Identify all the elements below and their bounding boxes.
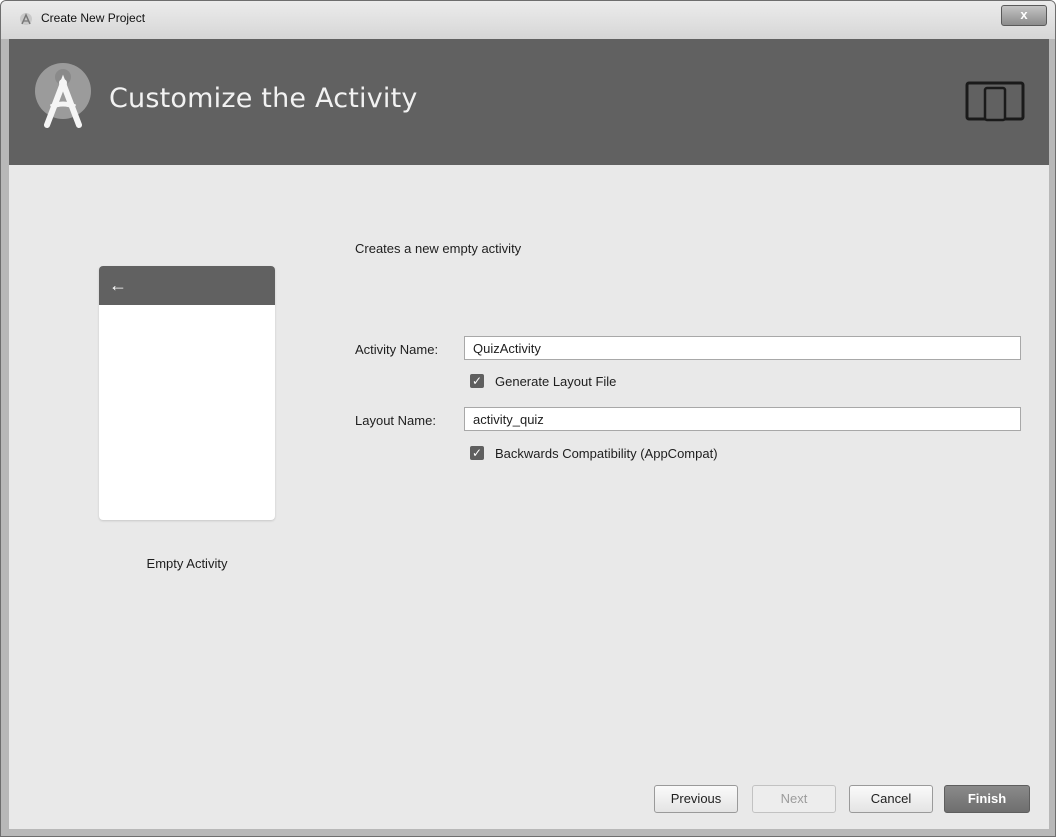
back-arrow-icon: ← — [109, 275, 127, 295]
next-button[interactable]: Next — [752, 785, 836, 813]
wizard-content: ← Empty Activity Creates a new empty act… — [9, 165, 1049, 829]
wizard-header: Customize the Activity — [9, 39, 1049, 165]
backwards-compat-checkbox[interactable]: ✓ — [470, 446, 484, 460]
activity-name-input[interactable] — [464, 336, 1021, 360]
backwards-compat-label: Backwards Compatibility (AppCompat) — [495, 446, 718, 461]
page-title: Customize the Activity — [109, 83, 418, 114]
activity-name-label: Activity Name: — [355, 342, 439, 357]
previous-button[interactable]: Previous — [654, 785, 738, 813]
android-studio-small-icon — [19, 12, 33, 26]
android-studio-logo-icon — [33, 61, 105, 133]
preview-app-bar: ← — [99, 266, 275, 305]
close-button[interactable]: x — [1001, 5, 1047, 26]
finish-button[interactable]: Finish — [944, 785, 1030, 813]
window-title: Create New Project — [41, 11, 146, 25]
generate-layout-checkbox[interactable]: ✓ — [470, 374, 484, 388]
cancel-button[interactable]: Cancel — [849, 785, 933, 813]
phone-tablet-icon — [965, 79, 1027, 123]
create-project-window: Create New Project x Customize the Activ… — [0, 0, 1056, 837]
activity-preview: ← — [99, 266, 275, 520]
template-name: Empty Activity — [146, 556, 228, 571]
layout-name-label: Layout Name: — [355, 413, 436, 428]
title-bar[interactable]: Create New Project x — [1, 1, 1055, 39]
template-description: Creates a new empty activity — [355, 241, 522, 256]
layout-name-input[interactable] — [464, 407, 1021, 431]
generate-layout-label: Generate Layout File — [495, 374, 617, 389]
